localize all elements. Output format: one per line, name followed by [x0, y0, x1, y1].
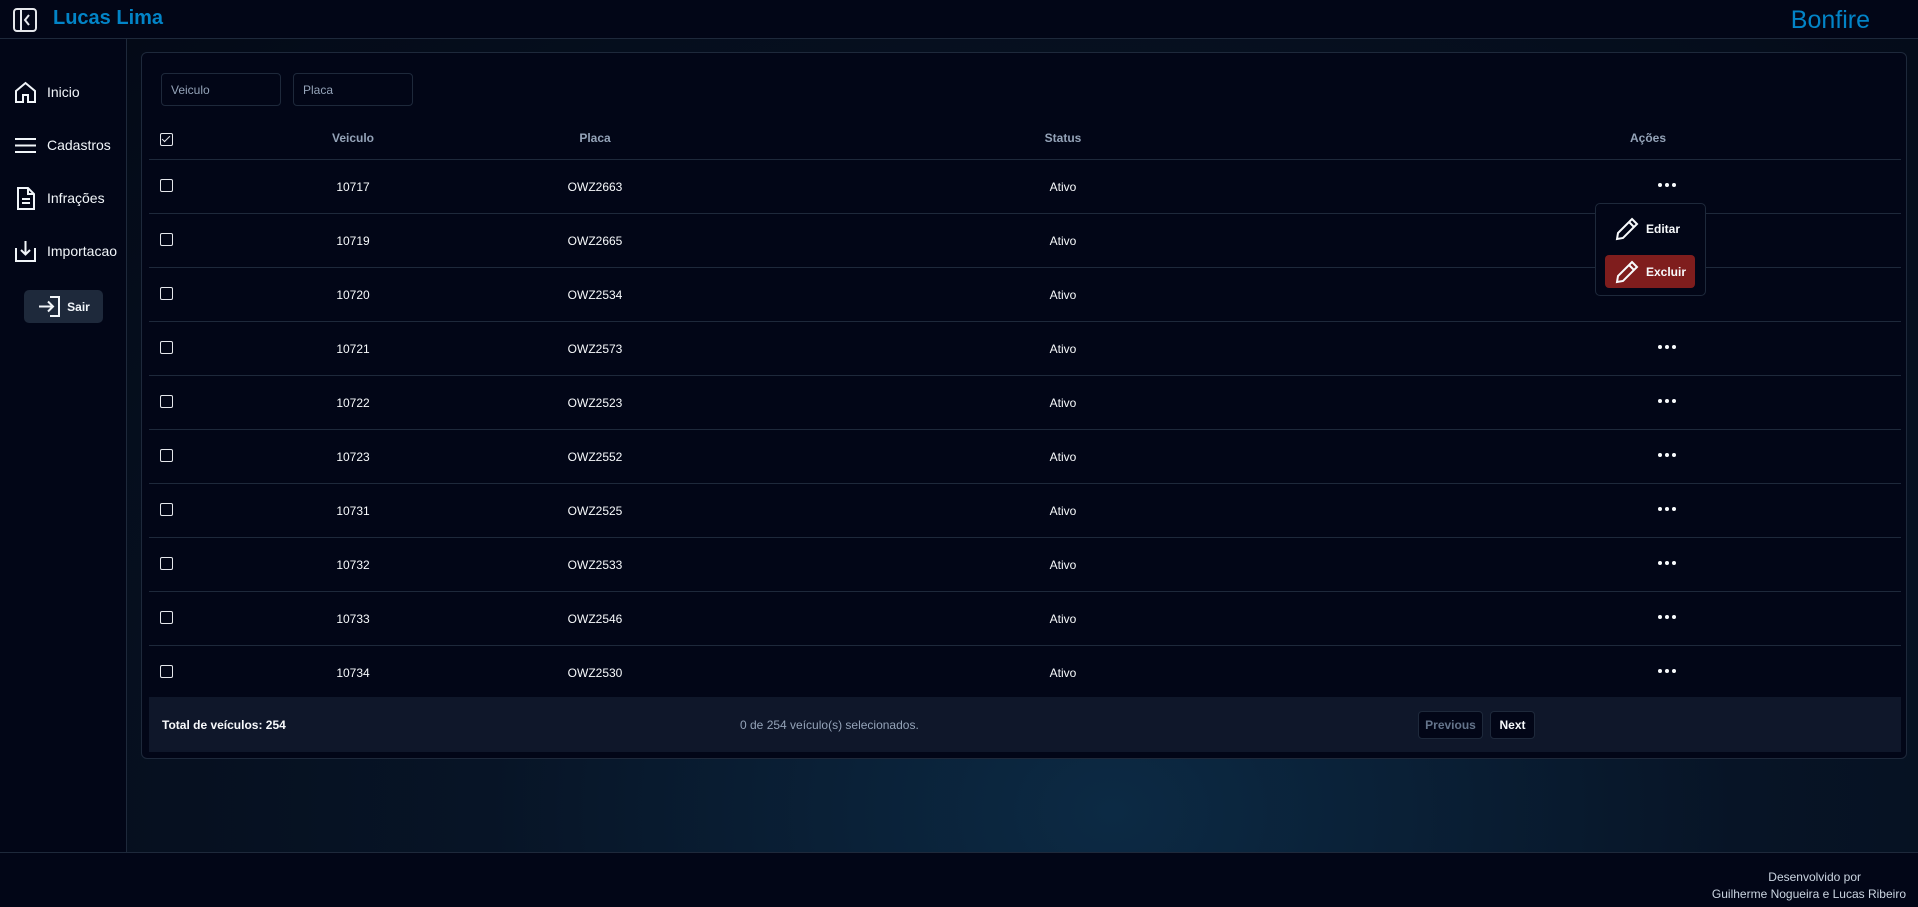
table-row[interactable]: 10721 OWZ2573 Ativo	[149, 322, 1901, 376]
vehicle-cell: 10722	[336, 396, 370, 410]
row-checkbox[interactable]	[160, 287, 173, 300]
column-header-actions: Ações	[1629, 131, 1667, 145]
row-checkbox[interactable]	[160, 449, 173, 462]
footer-credit-authors: Guilherme Nogueira e Lucas Ribeiro	[1711, 887, 1906, 901]
sidebar-item-cadastros[interactable]: Cadastros	[13, 129, 111, 161]
table-header: Veiculo Placa Status Ações	[149, 115, 1901, 160]
status-cell: Ativo	[1049, 504, 1077, 518]
vehicle-cell: 10731	[336, 504, 370, 518]
top-bar: Lucas Lima Bonfire	[0, 0, 1918, 39]
plate-cell: OWZ2523	[567, 396, 623, 410]
row-checkbox[interactable]	[160, 341, 173, 354]
vehicle-cell: 10717	[336, 180, 370, 194]
next-button[interactable]: Next	[1490, 711, 1535, 739]
sidebar-collapse-icon[interactable]	[12, 7, 38, 33]
more-actions-icon[interactable]	[1652, 445, 1682, 465]
status-cell: Ativo	[1049, 396, 1077, 410]
status-cell: Ativo	[1049, 288, 1077, 302]
logout-button[interactable]: Sair	[24, 290, 103, 323]
sidebar-item-inicio[interactable]: Inicio	[13, 76, 80, 108]
sidebar-item-infracoes[interactable]: Infrações	[13, 182, 105, 214]
table-row[interactable]: 10733 OWZ2546 Ativo	[149, 592, 1901, 646]
logout-icon	[39, 296, 61, 317]
status-cell: Ativo	[1049, 450, 1077, 464]
menu-icon	[15, 137, 36, 153]
row-checkbox[interactable]	[160, 611, 173, 624]
more-actions-icon[interactable]	[1652, 337, 1682, 357]
vehicle-cell: 10723	[336, 450, 370, 464]
edit-label: Editar	[1646, 221, 1681, 236]
plate-cell: OWZ2533	[567, 558, 623, 572]
more-actions-icon[interactable]	[1652, 499, 1682, 519]
vehicle-filter-input[interactable]	[161, 73, 281, 106]
pencil-icon	[1615, 217, 1639, 240]
select-all-checkbox[interactable]	[160, 133, 173, 146]
total-vehicles: Total de veículos: 254	[162, 718, 286, 732]
logout-label: Sair	[67, 299, 90, 314]
table-row[interactable]: 10734 OWZ2530 Ativo	[149, 646, 1901, 700]
row-checkbox[interactable]	[160, 233, 173, 246]
table-row[interactable]: 10722 OWZ2523 Ativo	[149, 376, 1901, 430]
table-footer: Total de veículos: 254 0 de 254 veículo(…	[149, 697, 1901, 752]
more-actions-icon[interactable]	[1652, 607, 1682, 627]
status-cell: Ativo	[1049, 558, 1077, 572]
sidebar-item-label: Inicio	[47, 84, 80, 100]
row-checkbox[interactable]	[160, 665, 173, 678]
plate-cell: OWZ2665	[567, 234, 623, 248]
plate-cell: OWZ2534	[567, 288, 623, 302]
vehicle-cell: 10733	[336, 612, 370, 626]
plate-cell: OWZ2663	[567, 180, 623, 194]
sidebar-item-label: Cadastros	[47, 137, 111, 153]
status-cell: Ativo	[1049, 234, 1077, 248]
plate-cell: OWZ2573	[567, 342, 623, 356]
brand-logo: Bonfire	[1790, 6, 1870, 34]
column-header-vehicle[interactable]: Veiculo	[332, 131, 374, 145]
status-cell: Ativo	[1049, 180, 1077, 194]
status-cell: Ativo	[1049, 342, 1077, 356]
more-actions-icon[interactable]	[1652, 175, 1682, 195]
vehicle-cell: 10721	[336, 342, 370, 356]
sidebar-item-label: Importacao	[47, 243, 118, 259]
table-row[interactable]: 10723 OWZ2552 Ativo	[149, 430, 1901, 484]
status-cell: Ativo	[1049, 666, 1077, 680]
table-row[interactable]: 10731 OWZ2525 Ativo	[149, 484, 1901, 538]
import-icon	[15, 240, 36, 262]
vehicle-cell: 10732	[336, 558, 370, 572]
row-checkbox[interactable]	[160, 179, 173, 192]
pencil-icon	[1615, 260, 1639, 283]
more-actions-icon[interactable]	[1652, 661, 1682, 681]
row-actions-menu: Editar Excluir	[1595, 203, 1706, 296]
selection-count: 0 de 254 veículo(s) selecionados.	[740, 718, 919, 732]
edit-menu-item[interactable]: Editar	[1605, 212, 1695, 245]
plate-cell: OWZ2530	[567, 666, 623, 680]
vehicle-cell: 10719	[336, 234, 370, 248]
delete-label: Excluir	[1646, 264, 1687, 279]
row-checkbox[interactable]	[160, 503, 173, 516]
plate-cell: OWZ2525	[567, 504, 623, 518]
column-header-plate[interactable]: Placa	[579, 131, 610, 145]
page-footer: Desenvolvido por Guilherme Nogueira e Lu…	[0, 852, 1918, 907]
row-checkbox[interactable]	[160, 395, 173, 408]
vehicle-cell: 10734	[336, 666, 370, 680]
table-row[interactable]: 10732 OWZ2533 Ativo	[149, 538, 1901, 592]
status-cell: Ativo	[1049, 612, 1077, 626]
footer-credit-label: Desenvolvido por	[1768, 870, 1861, 884]
plate-cell: OWZ2546	[567, 612, 623, 626]
document-icon	[17, 186, 35, 210]
row-checkbox[interactable]	[160, 557, 173, 570]
column-header-status[interactable]: Status	[1045, 131, 1082, 145]
plate-filter-input[interactable]	[293, 73, 413, 106]
plate-cell: OWZ2552	[567, 450, 623, 464]
sidebar-item-label: Infrações	[47, 190, 105, 206]
more-actions-icon[interactable]	[1652, 391, 1682, 411]
delete-menu-item[interactable]: Excluir	[1605, 255, 1695, 288]
sidebar: Inicio Cadastros Infrações Importacao Sa…	[0, 39, 127, 852]
vehicles-card: Veiculo Placa Status Ações 10717 OWZ2663 A…	[141, 52, 1907, 759]
user-name: Lucas Lima	[53, 7, 164, 29]
previous-button[interactable]: Previous	[1418, 711, 1483, 739]
vehicle-cell: 10720	[336, 288, 370, 302]
sidebar-item-importacao[interactable]: Importacao	[13, 235, 117, 267]
home-icon	[15, 81, 36, 103]
more-actions-icon[interactable]	[1652, 553, 1682, 573]
